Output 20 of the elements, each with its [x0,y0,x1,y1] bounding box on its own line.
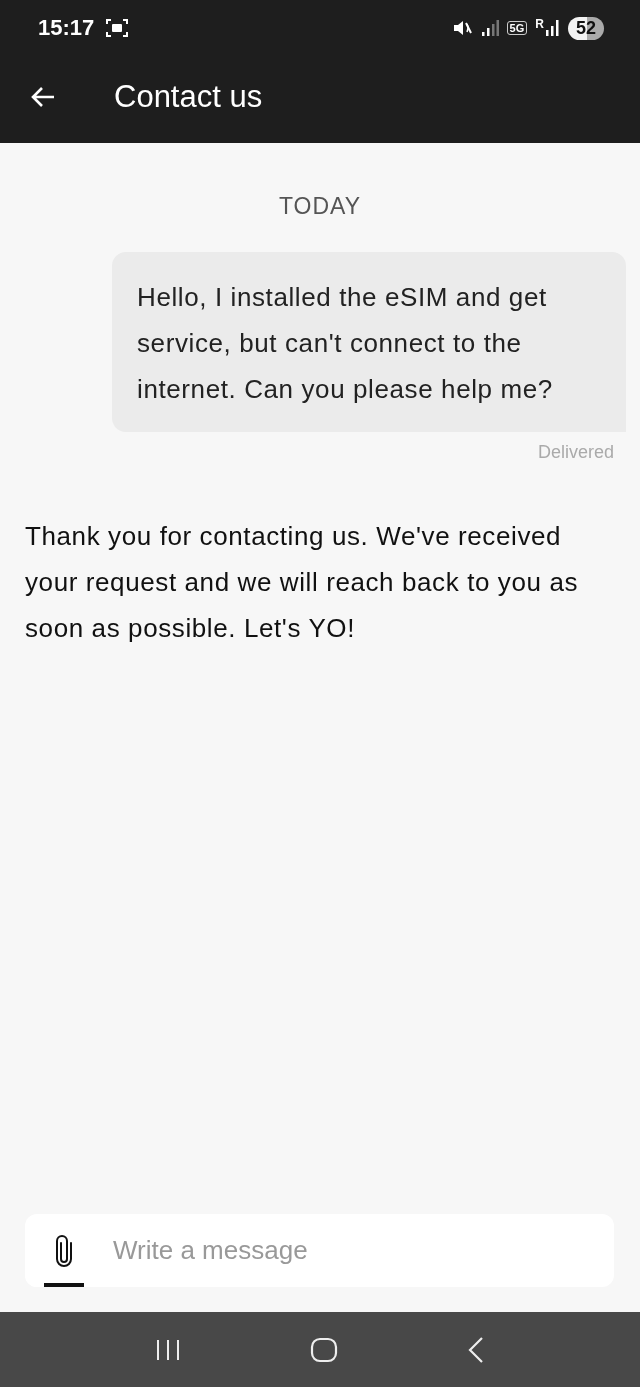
attach-button[interactable] [25,1214,103,1287]
back-icon[interactable] [467,1335,486,1364]
screenshot-icon [106,18,129,38]
status-time: 15:17 [38,15,95,41]
paperclip-icon [55,1234,73,1267]
battery-level: 52 [567,16,604,40]
message-bubble: Hello, I installed the eSIM and get service, but can't connect to the internet. Can you please help me? [112,252,626,432]
reply-message: Thank you for contacting us. We've received your request and we will reach back to you as soon as possible. Let's YO! [25,520,580,645]
date-divider: TODAY [278,193,362,220]
screen-title: Contact us [114,78,263,115]
message-input[interactable]: Write a message [103,1214,614,1287]
recent-apps-icon[interactable] [154,1337,181,1362]
network-label: 5G [506,21,528,35]
delivery-status: Delivered [537,442,614,463]
roaming-label: R [535,17,544,31]
signal-icon [545,20,560,36]
back-arrow-icon[interactable] [30,85,56,108]
mute-icon [452,19,473,37]
home-icon[interactable] [310,1336,338,1363]
signal-icon [480,20,499,36]
